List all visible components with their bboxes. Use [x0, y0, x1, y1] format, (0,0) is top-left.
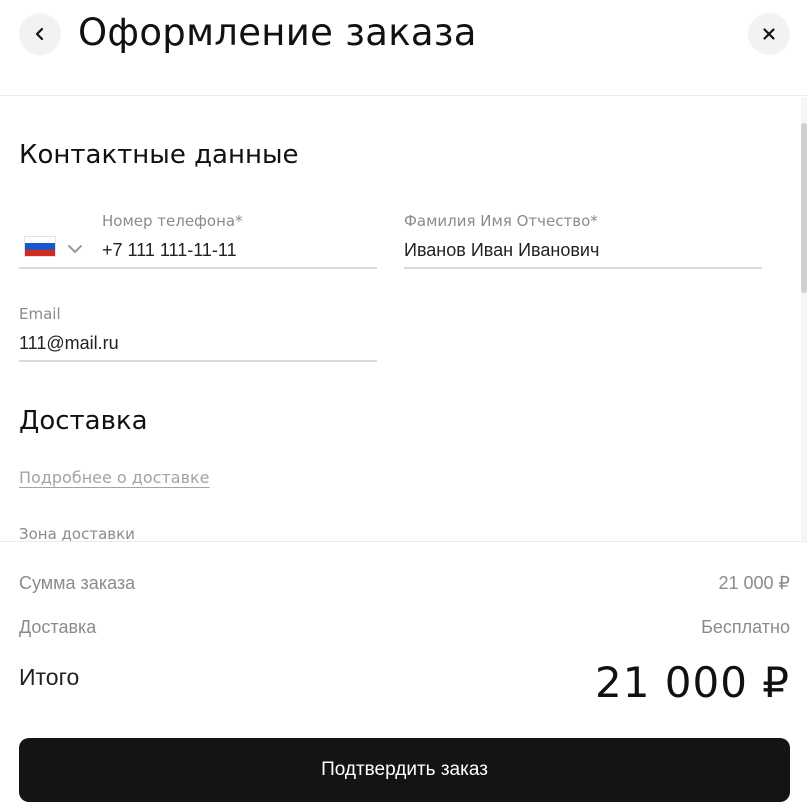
order-sum-label: Сумма заказа — [19, 573, 136, 593]
delivery-zone-label: Зона доставки — [19, 525, 135, 541]
checkout-page: Оформление заказа Контактные данные Номе… — [0, 0, 807, 807]
close-button[interactable] — [748, 13, 790, 55]
phone-input[interactable]: +7 111 111-11-11 — [102, 239, 237, 261]
phone-label: Номер телефона* — [102, 212, 243, 230]
total-value: 21 000 ₽ — [594, 658, 790, 707]
phone-underline — [19, 267, 377, 269]
chevron-left-icon — [33, 27, 47, 41]
scrollbar-thumb[interactable] — [801, 123, 807, 293]
header: Оформление заказа — [0, 0, 807, 96]
form-scroll-area[interactable]: Контактные данные Номер телефона* +7 111… — [0, 97, 807, 541]
order-summary: Сумма заказа 21 000 ₽ Доставка Бесплатно… — [0, 541, 807, 807]
email-input[interactable]: 111@mail.ru — [19, 332, 119, 354]
full-name-underline — [404, 267, 762, 269]
contact-section-title: Контактные данные — [19, 140, 299, 170]
full-name-input[interactable]: Иванов Иван Иванович — [404, 239, 599, 261]
russia-flag-icon[interactable] — [24, 236, 56, 257]
delivery-info-link[interactable]: Подробнее о доставке — [19, 468, 210, 487]
order-sum-value: 21 000 ₽ — [718, 573, 790, 593]
delivery-cost-value: Бесплатно — [701, 617, 790, 637]
email-label: Email — [19, 305, 61, 323]
chevron-down-icon[interactable] — [67, 240, 83, 259]
full-name-label: Фамилия Имя Отчество* — [404, 212, 598, 230]
email-underline — [19, 360, 377, 362]
confirm-order-button[interactable]: Подтвердить заказ — [19, 738, 790, 802]
back-button[interactable] — [19, 13, 61, 55]
total-label: Итого — [19, 664, 80, 690]
close-icon — [762, 27, 776, 41]
delivery-cost-label: Доставка — [19, 617, 97, 637]
page-title: Оформление заказа — [78, 11, 477, 54]
delivery-section-title: Доставка — [19, 406, 148, 436]
